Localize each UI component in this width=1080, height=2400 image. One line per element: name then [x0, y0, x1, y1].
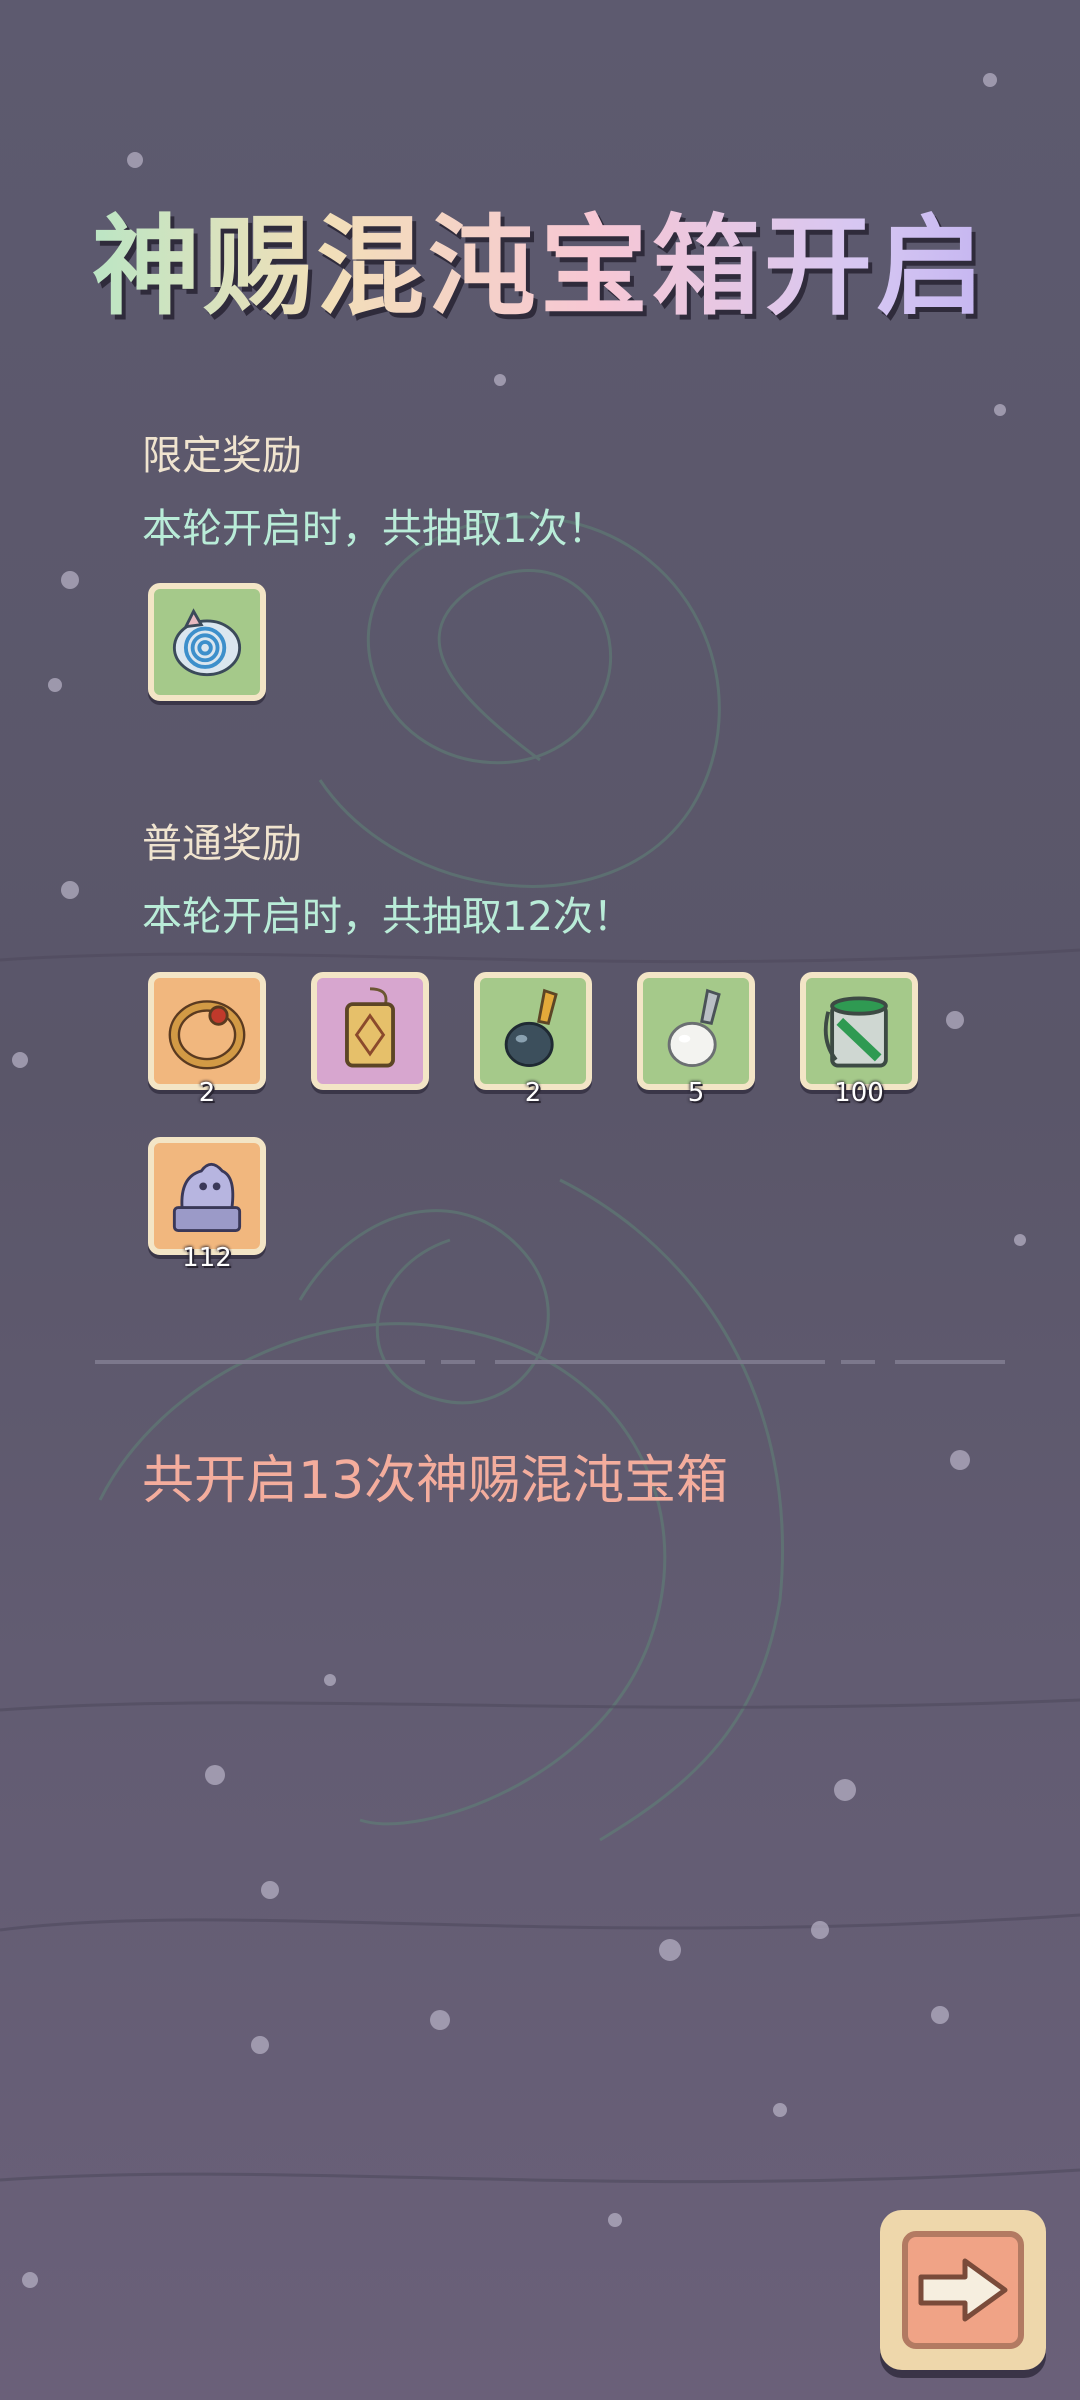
pearl-pendant-icon — [667, 988, 721, 1067]
ring-icon — [168, 1000, 246, 1070]
arrow-right-icon — [918, 2258, 1008, 2322]
dark-pendant-icon — [504, 988, 558, 1067]
next-button-face — [902, 2231, 1024, 2349]
reward-count: 100 — [834, 1078, 884, 1108]
lion-statue-icon — [172, 1162, 242, 1232]
amulet-icon — [345, 987, 395, 1068]
section-divider — [95, 1360, 1005, 1364]
reward-item-lion-statue[interactable] — [148, 1137, 266, 1255]
normal-rewards-heading: 普通奖励 — [142, 821, 302, 867]
reward-item-ring[interactable] — [148, 972, 266, 1090]
reward-item-paint-bucket[interactable] — [800, 972, 918, 1090]
reward-item-dark-pendant[interactable] — [474, 972, 592, 1090]
reward-item-spiral-mask[interactable] — [148, 583, 266, 701]
reward-item-amulet[interactable] — [311, 972, 429, 1090]
reward-count: 112 — [182, 1243, 232, 1273]
reward-item-pearl-pendant[interactable] — [637, 972, 755, 1090]
page-title: 神赐混沌宝箱开启 — [0, 180, 1080, 336]
reward-count: 2 — [524, 1078, 542, 1108]
reward-count: 2 — [198, 1078, 216, 1108]
normal-rewards-subtitle: 本轮开启时，共抽取12次！ — [142, 894, 633, 940]
next-button[interactable] — [880, 2210, 1046, 2370]
summary-text: 共开启13次神赐混沌宝箱 — [142, 1451, 729, 1511]
reward-count: 5 — [687, 1078, 705, 1108]
spiral-mask-icon — [172, 608, 242, 677]
paint-bucket-icon — [823, 996, 888, 1068]
limited-rewards-heading: 限定奖励 — [142, 433, 302, 479]
limited-rewards-subtitle: 本轮开启时，共抽取1次！ — [142, 506, 608, 552]
